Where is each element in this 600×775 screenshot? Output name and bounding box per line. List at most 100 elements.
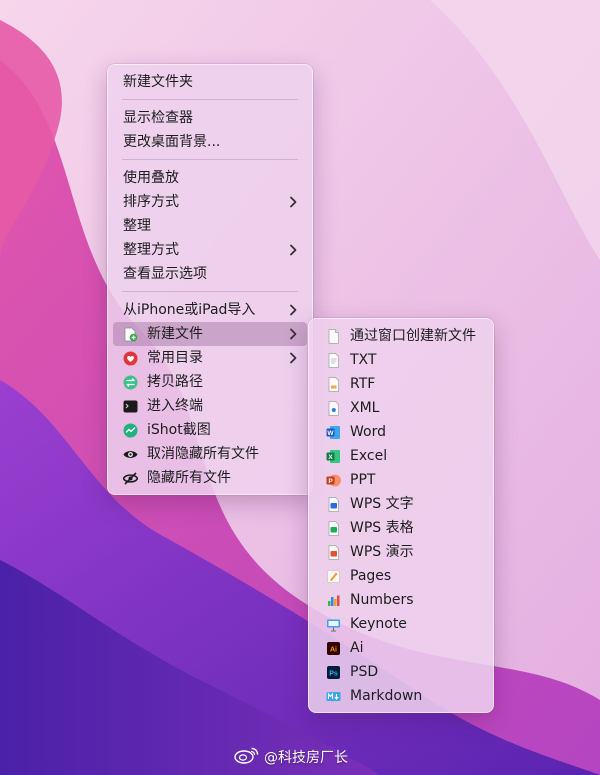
weibo-logo-icon (234, 746, 260, 768)
menu-item-open-terminal[interactable]: 进入终端 (113, 394, 307, 418)
submenu-item-markdown[interactable]: Markdown (314, 684, 488, 708)
menu-separator (122, 99, 298, 100)
svg-text:Ai: Ai (330, 646, 337, 653)
excel-icon: X (326, 449, 341, 464)
menu-item-label: 使用叠放 (123, 170, 179, 186)
pages-icon (326, 569, 341, 584)
eye-icon (123, 447, 138, 462)
menu-item-label: 新建文件 (147, 326, 203, 342)
rtf-file-icon (326, 376, 341, 392)
numbers-icon (326, 593, 341, 608)
new-file-submenu: 通过窗口创建新文件 TXT RTF XML W Word X Excel P P… (308, 318, 494, 713)
chevron-right-icon (289, 346, 297, 370)
submenu-item-ai[interactable]: Ai Ai (314, 636, 488, 660)
submenu-item-label: WPS 表格 (350, 520, 414, 536)
submenu-item-word[interactable]: W Word (314, 420, 488, 444)
new-file-icon (123, 327, 138, 342)
word-icon: W (326, 425, 341, 440)
menu-item-new-folder[interactable]: 新建文件夹 (113, 70, 307, 94)
wps-sheet-icon (326, 520, 341, 536)
menu-item-label: 取消隐藏所有文件 (147, 446, 259, 462)
svg-text:X: X (328, 454, 333, 461)
submenu-item-label: Pages (350, 568, 392, 584)
menu-item-label: 隐藏所有文件 (147, 470, 231, 486)
submenu-item-label: PSD (350, 664, 379, 680)
weibo-watermark: @科技房厂长 (234, 746, 348, 768)
eye-slash-icon (123, 471, 138, 486)
chevron-right-icon (289, 238, 297, 262)
submenu-item-via-window[interactable]: 通过窗口创建新文件 (314, 324, 488, 348)
markdown-icon (326, 689, 341, 704)
menu-item-clean-up[interactable]: 整理 (113, 214, 307, 238)
menu-item-sort-by[interactable]: 排序方式 (113, 190, 307, 214)
submenu-item-pages[interactable]: Pages (314, 564, 488, 588)
copy-path-icon (123, 375, 138, 390)
txt-file-icon (326, 352, 341, 368)
svg-text:W: W (327, 430, 334, 437)
menu-item-hide-all[interactable]: 隐藏所有文件 (113, 466, 307, 490)
xml-file-icon (326, 400, 341, 416)
submenu-item-wps-text[interactable]: WPS 文字 (314, 492, 488, 516)
wps-writer-icon (326, 496, 341, 512)
submenu-item-label: RTF (350, 376, 376, 392)
menu-item-label: 整理方式 (123, 242, 179, 258)
photoshop-icon: Ps (326, 665, 341, 680)
submenu-item-label: 通过窗口创建新文件 (350, 328, 476, 344)
powerpoint-icon: P (326, 473, 341, 488)
submenu-item-ppt[interactable]: P PPT (314, 468, 488, 492)
menu-item-unhide-all[interactable]: 取消隐藏所有文件 (113, 442, 307, 466)
chevron-right-icon (289, 190, 297, 214)
menu-item-show-inspector[interactable]: 显示检查器 (113, 106, 307, 130)
submenu-item-label: WPS 文字 (350, 496, 414, 512)
submenu-item-wps-present[interactable]: WPS 演示 (314, 540, 488, 564)
menu-item-change-background[interactable]: 更改桌面背景... (113, 130, 307, 154)
ishot-icon (123, 423, 138, 438)
svg-text:Ps: Ps (329, 670, 338, 677)
menu-item-clean-up-by[interactable]: 整理方式 (113, 238, 307, 262)
blank-file-icon (326, 328, 341, 344)
submenu-item-xml[interactable]: XML (314, 396, 488, 420)
submenu-item-label: XML (350, 400, 380, 416)
submenu-item-psd[interactable]: Ps PSD (314, 660, 488, 684)
menu-item-label: 排序方式 (123, 194, 179, 210)
menu-item-label: 从iPhone或iPad导入 (123, 302, 256, 318)
menu-item-label: iShot截图 (147, 422, 211, 438)
chevron-right-icon (289, 298, 297, 322)
submenu-item-label: PPT (350, 472, 376, 488)
illustrator-icon: Ai (326, 641, 341, 656)
submenu-item-txt[interactable]: TXT (314, 348, 488, 372)
watermark-text: @科技房厂长 (264, 750, 348, 766)
chevron-right-icon (289, 322, 297, 346)
menu-item-ishot[interactable]: iShot截图 (113, 418, 307, 442)
menu-item-use-stacks[interactable]: 使用叠放 (113, 166, 307, 190)
menu-item-label: 常用目录 (147, 350, 203, 366)
submenu-item-excel[interactable]: X Excel (314, 444, 488, 468)
heart-icon (123, 351, 138, 366)
menu-item-label: 更改桌面背景... (123, 134, 221, 150)
submenu-item-keynote[interactable]: Keynote (314, 612, 488, 636)
menu-item-new-file[interactable]: 新建文件 (113, 322, 307, 346)
submenu-item-label: Markdown (350, 688, 423, 704)
submenu-item-label: TXT (350, 352, 377, 368)
menu-separator (122, 159, 298, 160)
menu-item-label: 进入终端 (147, 398, 203, 414)
menu-item-copy-path[interactable]: 拷贝路径 (113, 370, 307, 394)
submenu-item-label: Keynote (350, 616, 407, 632)
submenu-item-label: Word (350, 424, 386, 440)
menu-item-import-from-iphone[interactable]: 从iPhone或iPad导入 (113, 298, 307, 322)
menu-item-label: 拷贝路径 (147, 374, 203, 390)
menu-item-favorites[interactable]: 常用目录 (113, 346, 307, 370)
desktop-context-menu: 新建文件夹 显示检查器 更改桌面背景... 使用叠放 排序方式 整理 整理方式 … (107, 64, 313, 495)
submenu-item-label: WPS 演示 (350, 544, 414, 560)
submenu-item-label: Ai (350, 640, 364, 656)
submenu-item-label: Excel (350, 448, 388, 464)
keynote-icon (326, 617, 341, 632)
menu-item-view-options[interactable]: 查看显示选项 (113, 262, 307, 286)
menu-item-label: 整理 (123, 218, 151, 234)
submenu-item-wps-sheet[interactable]: WPS 表格 (314, 516, 488, 540)
submenu-item-numbers[interactable]: Numbers (314, 588, 488, 612)
terminal-icon (123, 399, 138, 414)
menu-item-label: 新建文件夹 (123, 74, 193, 90)
submenu-item-label: Numbers (350, 592, 414, 608)
submenu-item-rtf[interactable]: RTF (314, 372, 488, 396)
